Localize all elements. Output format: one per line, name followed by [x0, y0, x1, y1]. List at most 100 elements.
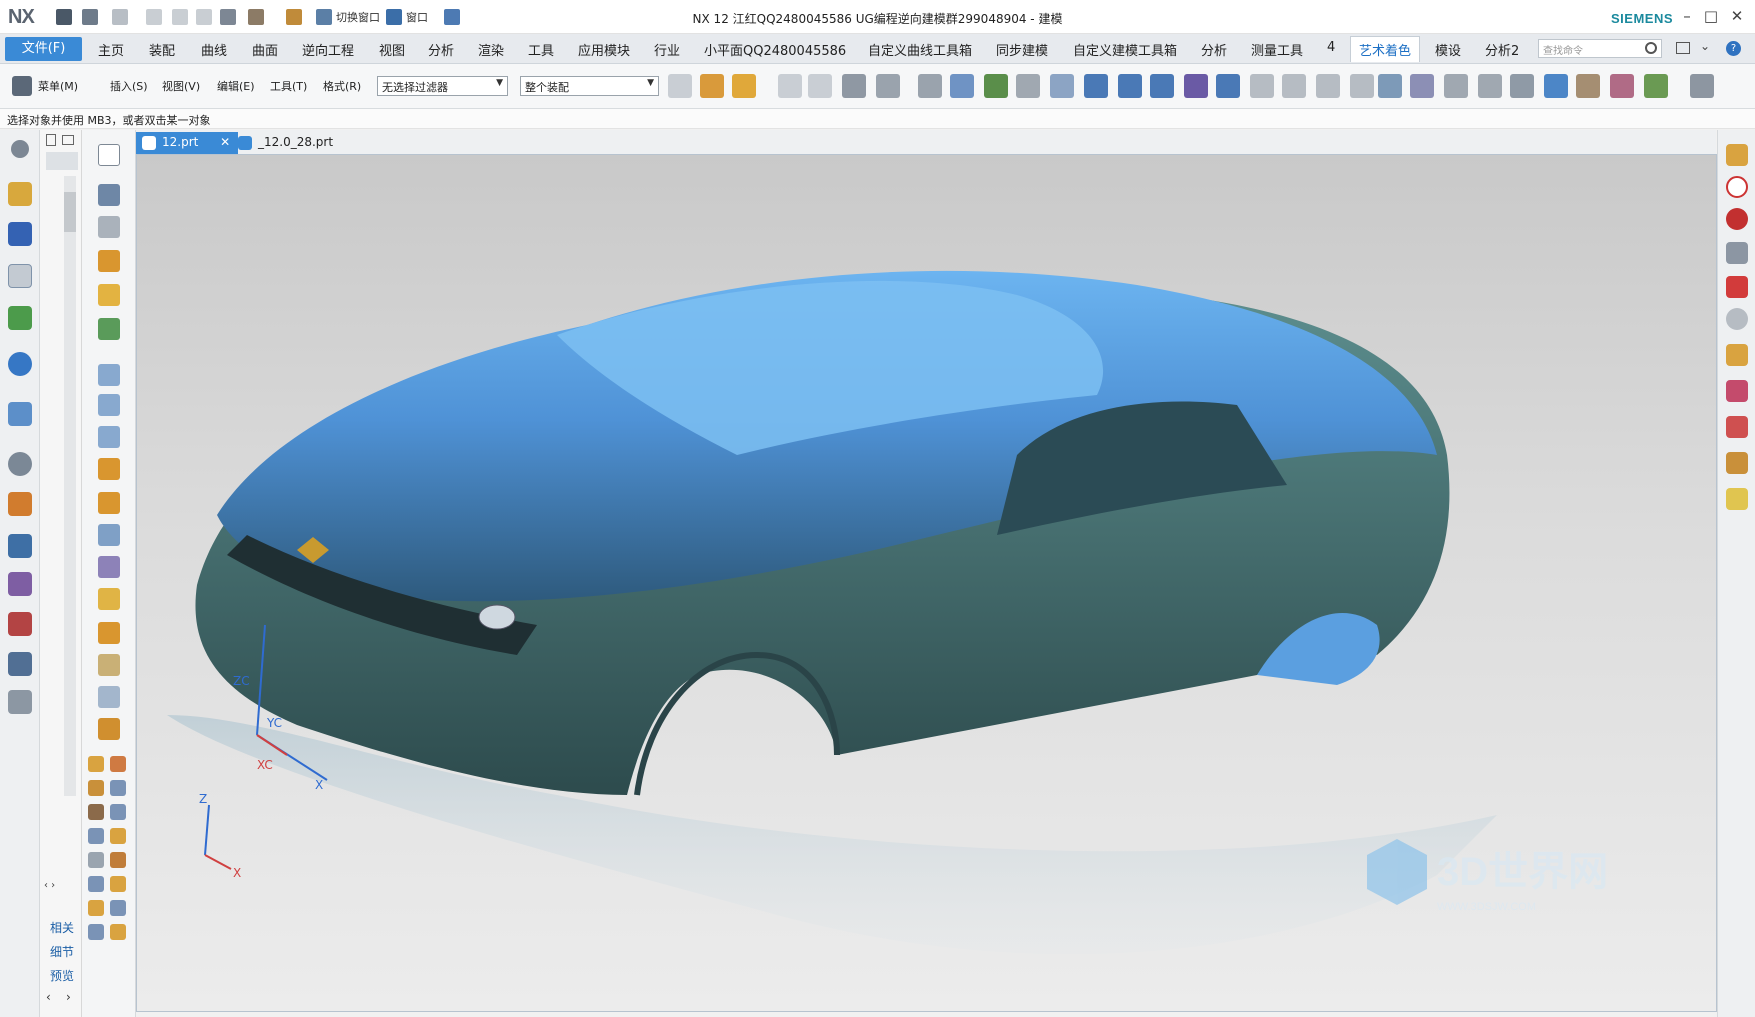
- general-selection-icon[interactable]: [668, 74, 692, 98]
- eraser-icon[interactable]: [1410, 74, 1434, 98]
- tab-preview[interactable]: 预览: [46, 966, 78, 986]
- intersection-icon[interactable]: [1250, 74, 1274, 98]
- fill-icon[interactable]: [98, 718, 120, 740]
- menu-assembly[interactable]: 装配: [149, 40, 175, 59]
- tool-c-icon[interactable]: [88, 780, 104, 796]
- palette-icon[interactable]: [8, 652, 32, 676]
- edit-menu[interactable]: 编辑(E): [217, 78, 255, 94]
- sew-icon[interactable]: [98, 524, 120, 546]
- thicken-icon[interactable]: [98, 588, 120, 610]
- tool-l-icon[interactable]: [110, 876, 126, 892]
- web-browser-icon[interactable]: [8, 402, 32, 426]
- section-icon[interactable]: [1726, 380, 1748, 402]
- menu-measure-tools[interactable]: 测量工具: [1251, 40, 1303, 59]
- menu-synchronous-modeling[interactable]: 同步建模: [996, 40, 1048, 59]
- tool-i-icon[interactable]: [88, 852, 104, 868]
- background-icon[interactable]: [1726, 242, 1748, 264]
- insert-menu[interactable]: 插入(S): [110, 78, 148, 94]
- tool-k-icon[interactable]: [88, 876, 104, 892]
- menu-view[interactable]: 视图: [379, 40, 405, 59]
- format-menu[interactable]: 格式(R): [323, 78, 361, 94]
- tab-details[interactable]: 细节: [46, 942, 78, 962]
- revolve-icon[interactable]: [98, 250, 120, 272]
- menu-4[interactable]: 4: [1327, 40, 1335, 55]
- restore-ribbon-icon[interactable]: [1676, 42, 1690, 54]
- type-filter-icon[interactable]: [700, 74, 724, 98]
- through-curves-icon[interactable]: [98, 426, 120, 448]
- tool-g-icon[interactable]: [88, 828, 104, 844]
- patch-icon[interactable]: [98, 686, 120, 708]
- tool-f-icon[interactable]: [110, 804, 126, 820]
- circle-center-icon[interactable]: [1282, 74, 1306, 98]
- menu-application[interactable]: 应用模块: [578, 40, 630, 59]
- minimize-button[interactable]: –: [1676, 6, 1698, 26]
- reuse-library-icon[interactable]: [8, 306, 32, 330]
- part-navigator-icon[interactable]: [8, 264, 32, 288]
- restore-pane-icon[interactable]: [62, 135, 74, 145]
- bridge-icon[interactable]: [98, 654, 120, 676]
- rectangle-select-icon[interactable]: [876, 74, 900, 98]
- menu-button[interactable]: 菜单(M): [38, 78, 78, 94]
- tab-12-prt[interactable]: 12.prt ✕: [136, 132, 239, 154]
- menu-industry[interactable]: 行业: [654, 40, 680, 59]
- pin-icon[interactable]: [46, 134, 56, 146]
- cube-icon[interactable]: [918, 74, 942, 98]
- menu-custom-curve-toolbox[interactable]: 自定义曲线工具箱: [868, 40, 972, 59]
- color-sphere-icon[interactable]: [1726, 208, 1748, 230]
- snap-end-icon[interactable]: [808, 74, 832, 98]
- curve-icon[interactable]: [1150, 74, 1174, 98]
- menu-analysis-2[interactable]: 分析: [1201, 40, 1227, 59]
- menu-reverse-engineering[interactable]: 逆向工程: [302, 40, 354, 59]
- menu-home[interactable]: 主页: [98, 40, 124, 59]
- measure-icon[interactable]: [1726, 416, 1748, 438]
- assembly-navigator-icon[interactable]: [8, 182, 32, 206]
- tool-m-icon[interactable]: [88, 900, 104, 916]
- chevron-down-icon[interactable]: ⌄: [1700, 39, 1710, 53]
- roles-icon[interactable]: [8, 572, 32, 596]
- rotate-icon[interactable]: [1510, 74, 1534, 98]
- edge-icon[interactable]: [1050, 74, 1074, 98]
- scale-icon[interactable]: [1016, 74, 1040, 98]
- nav-scroll-right-icon[interactable]: ›: [66, 990, 71, 1004]
- hole-icon[interactable]: [98, 284, 120, 306]
- material-icon[interactable]: [1644, 74, 1668, 98]
- tool-b-icon[interactable]: [110, 756, 126, 772]
- tab-dependencies[interactable]: 相关: [46, 918, 78, 938]
- help-icon[interactable]: ?: [1726, 41, 1741, 56]
- tool-e-icon[interactable]: [88, 804, 104, 820]
- scroll-arrows[interactable]: ‹ ›: [44, 880, 78, 898]
- tab-12-0-28-prt[interactable]: _12.0_28.prt: [232, 132, 341, 154]
- surface-icon[interactable]: [98, 364, 120, 386]
- magnifier-icon[interactable]: [1726, 308, 1748, 330]
- point-move-icon[interactable]: [984, 74, 1008, 98]
- nav-scroll-left-icon[interactable]: ‹: [46, 990, 51, 1004]
- menu-mold[interactable]: 模设: [1435, 40, 1461, 59]
- hd3d-tools-icon[interactable]: [8, 352, 32, 376]
- tool-h-icon[interactable]: [110, 828, 126, 844]
- line-2-icon[interactable]: [1118, 74, 1142, 98]
- orient-view-icon[interactable]: [1726, 144, 1748, 166]
- close-tab-icon[interactable]: ✕: [220, 135, 230, 149]
- trim-icon[interactable]: [98, 458, 120, 480]
- display-edges-icon[interactable]: [1576, 74, 1600, 98]
- menu-render[interactable]: 渲染: [478, 40, 504, 59]
- system-scenes-icon[interactable]: [8, 612, 32, 636]
- menu-tools[interactable]: 工具: [528, 40, 554, 59]
- tool-n-icon[interactable]: [110, 900, 126, 916]
- polyline-icon[interactable]: [1184, 74, 1208, 98]
- layers-icon[interactable]: [1726, 488, 1748, 510]
- zoom-region-icon[interactable]: [1726, 344, 1748, 366]
- circle-icon[interactable]: [1316, 74, 1340, 98]
- select-feature-icon[interactable]: [732, 74, 756, 98]
- process-studio-icon[interactable]: [8, 492, 32, 516]
- snapshot-icon[interactable]: [1726, 452, 1748, 474]
- crosshair-icon[interactable]: [1350, 74, 1374, 98]
- list-icon[interactable]: [8, 690, 32, 714]
- view-menu[interactable]: 视图(V): [162, 78, 200, 94]
- extend-icon[interactable]: [98, 622, 120, 644]
- solid-body-icon[interactable]: [950, 74, 974, 98]
- search-icon[interactable]: [1645, 42, 1657, 54]
- tool-p-icon[interactable]: [110, 924, 126, 940]
- select-box-icon[interactable]: [842, 74, 866, 98]
- graphics-viewport[interactable]: ZC YC XC X Z X 3D世界网 WWW.3DSJW.COM: [136, 154, 1717, 1012]
